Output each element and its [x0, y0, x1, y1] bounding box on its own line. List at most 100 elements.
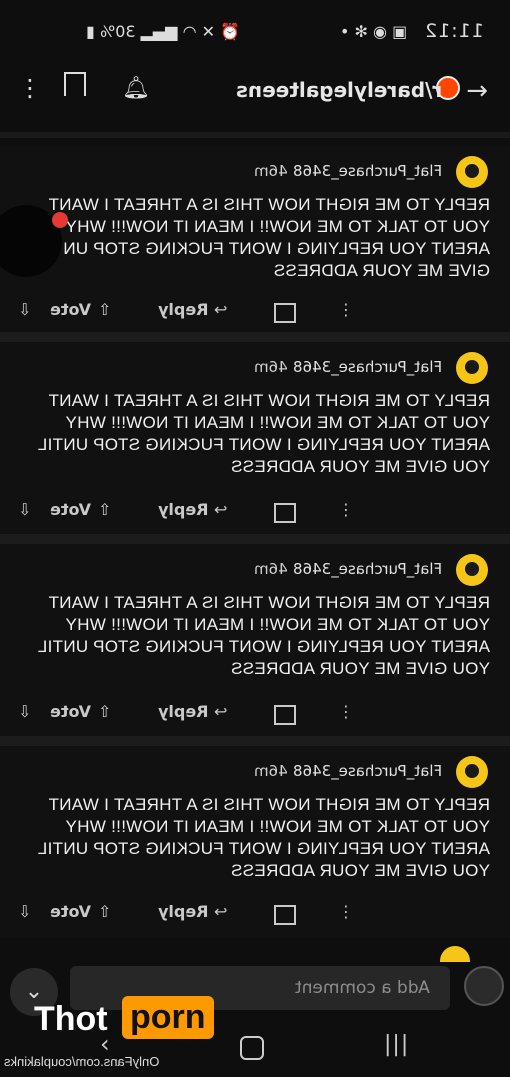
comment-author[interactable]: Flat_Purchase_3468 [293, 358, 442, 376]
award-icon[interactable] [274, 303, 296, 323]
mute-icon: ✕ [201, 22, 216, 41]
messenger-icon: ◉ [373, 22, 387, 41]
reply-icon[interactable]: ↩ [214, 702, 227, 721]
comment-card: 46m Flat_Purchase_3468 REPLY TO ME RIGHT… [0, 746, 510, 938]
comment-text: REPLY TO ME RIGHT NOW THIS IS A THREAT I… [38, 795, 490, 880]
comment-meta: 46m Flat_Purchase_3468 [254, 560, 442, 578]
comment-meta: 46m Flat_Purchase_3468 [254, 762, 442, 780]
downvote-icon[interactable]: ⇩ [18, 702, 31, 721]
comment-text: REPLY TO ME RIGHT NOW THIS IS A THREAT I… [38, 593, 490, 678]
reply-icon[interactable]: ↩ [214, 902, 227, 921]
award-icon[interactable] [274, 503, 296, 523]
reply-icon[interactable]: ↩ [214, 300, 227, 319]
comment-author[interactable]: Flat_Purchase_3468 [293, 762, 442, 780]
reply-button[interactable]: Reply [158, 702, 209, 721]
more-horizontal-icon[interactable]: ⋮ [338, 902, 354, 921]
status-time: 11:12 [424, 20, 484, 42]
dot-icon: • [340, 22, 350, 41]
comment-body: REPLY TO ME RIGHT NOW THIS IS A THREAT I… [20, 794, 490, 882]
downvote-icon[interactable]: ⇩ [18, 902, 31, 921]
avatar[interactable] [456, 554, 488, 586]
comment-author[interactable]: Flat_Purchase_3468 [293, 162, 442, 180]
battery-percent: 30% [99, 22, 136, 41]
notification-icons: • ✻ ◉ ▣ [340, 22, 407, 41]
vote-label: Vote [50, 702, 91, 721]
comment-divider [0, 332, 510, 342]
comment-card: 46m Flat_Purchase_3468 REPLY TO ME RIGHT… [0, 146, 510, 332]
status-time-text: 11:12 [424, 20, 484, 42]
redaction-accent [52, 212, 68, 228]
upvote-icon[interactable]: ⇧ [98, 500, 111, 519]
comment-actions: ⇩ Vote ⇧ Reply ↩ ⋮ [0, 894, 510, 934]
award-icon[interactable] [274, 905, 296, 925]
upvote-icon[interactable]: ⇧ [98, 902, 111, 921]
alarm-icon: ⏰ [220, 22, 241, 41]
vote-label: Vote [50, 500, 91, 519]
wifi-icon: ◠ [182, 22, 197, 41]
comment-body: REPLY TO ME RIGHT NOW THIS IS A THREAT I… [20, 390, 490, 478]
signal-icon: ▂▄▆ [140, 22, 178, 41]
comment-author[interactable]: Flat_Purchase_3468 [293, 560, 442, 578]
settings-icon: ✻ [354, 22, 368, 41]
avatar[interactable] [456, 156, 488, 188]
add-comment-placeholder: Add a comment [295, 978, 430, 998]
bookmark-icon[interactable] [64, 72, 86, 96]
upvote-icon[interactable]: ⇧ [98, 300, 111, 319]
comment-actions: ⇩ Vote ⇧ Reply ↩ ⋮ [0, 292, 510, 332]
vote-text: Vote [50, 702, 91, 721]
comment-meta: 46m Flat_Purchase_3468 [254, 162, 442, 180]
comment-card: 46m Flat_Purchase_3468 REPLY TO ME RIGHT… [0, 544, 510, 736]
watermark-url: OnlyFans.com/couplakinks [4, 1054, 159, 1069]
comment-age: 46m [254, 358, 289, 376]
avatar[interactable] [456, 756, 488, 788]
vote-label: Vote [50, 902, 91, 921]
downvote-icon[interactable]: ⇩ [18, 300, 31, 319]
comment-body: REPLY TO ME RIGHT NOW THIS IS A THREAT I… [20, 592, 490, 680]
vote-text: Vote [50, 902, 91, 921]
status-bar: 11:12 ▮ 30% ▂▄▆ ◠ ✕ ⏰ • ✻ ◉ ▣ [0, 0, 510, 62]
comment-actions: ⇩ Vote ⇧ Reply ↩ ⋮ [0, 492, 510, 532]
reply-text: Reply [158, 300, 209, 319]
comment-age: 46m [254, 762, 289, 780]
app-header: → r/barelylegalteens 🔔︎ ⋮ [0, 62, 510, 120]
more-horizontal-icon[interactable]: ⋮ [338, 702, 354, 721]
subreddit-title-text: r/barelylegalteens [235, 78, 442, 102]
downvote-icon[interactable]: ⇩ [18, 500, 31, 519]
reply-icon[interactable]: ↩ [214, 500, 227, 519]
reply-button[interactable]: Reply [158, 300, 209, 319]
comment-text: REPLY TO ME RIGHT NOW THIS IS A THREAT I… [20, 195, 490, 280]
comment-age: 46m [254, 162, 289, 180]
comment-divider [0, 736, 510, 746]
more-horizontal-icon[interactable]: ⋮ [338, 300, 354, 319]
comment-actions: ⇩ Vote ⇧ Reply ↩ ⋮ [0, 694, 510, 734]
comment-body: REPLY TO ME RIGHT NOW THIS IS A THREAT I… [20, 194, 490, 282]
nav-home-icon[interactable] [240, 1036, 264, 1060]
nav-recents-icon[interactable]: ||| [384, 1032, 409, 1057]
vote-label: Vote [50, 300, 91, 319]
more-horizontal-icon[interactable]: ⋮ [338, 500, 354, 519]
comment-divider [0, 534, 510, 544]
comment-meta: 46m Flat_Purchase_3468 [254, 358, 442, 376]
reply-text: Reply [158, 500, 209, 519]
system-nav-bar: ‹ ||| [0, 1024, 510, 1077]
award-icon[interactable] [274, 705, 296, 725]
reply-button[interactable]: Reply [158, 902, 209, 921]
reply-text: Reply [158, 902, 209, 921]
vote-text: Vote [50, 300, 91, 319]
upvote-icon[interactable]: ⇧ [98, 702, 111, 721]
arrow-left-icon[interactable]: → [466, 76, 488, 106]
reply-text: Reply [158, 702, 209, 721]
reply-button[interactable]: Reply [158, 500, 209, 519]
avatar[interactable] [456, 352, 488, 384]
battery-icon: ▮ [86, 22, 95, 41]
vote-text: Vote [50, 500, 91, 519]
more-vertical-icon[interactable]: ⋮ [18, 74, 42, 102]
comment-card: 46m Flat_Purchase_3468 REPLY TO ME RIGHT… [0, 342, 510, 534]
gallery-icon: ▣ [392, 22, 408, 41]
subreddit-title[interactable]: r/barelylegalteens [236, 78, 442, 102]
user-avatar[interactable] [464, 966, 504, 1006]
watermark-url-text: OnlyFans.com/couplakinks [4, 1054, 160, 1069]
add-comment-text: Add a comment [295, 978, 430, 998]
status-icons: ▮ 30% ▂▄▆ ◠ ✕ ⏰ [86, 22, 240, 41]
notification-bell-icon[interactable]: 🔔︎ [122, 76, 150, 101]
